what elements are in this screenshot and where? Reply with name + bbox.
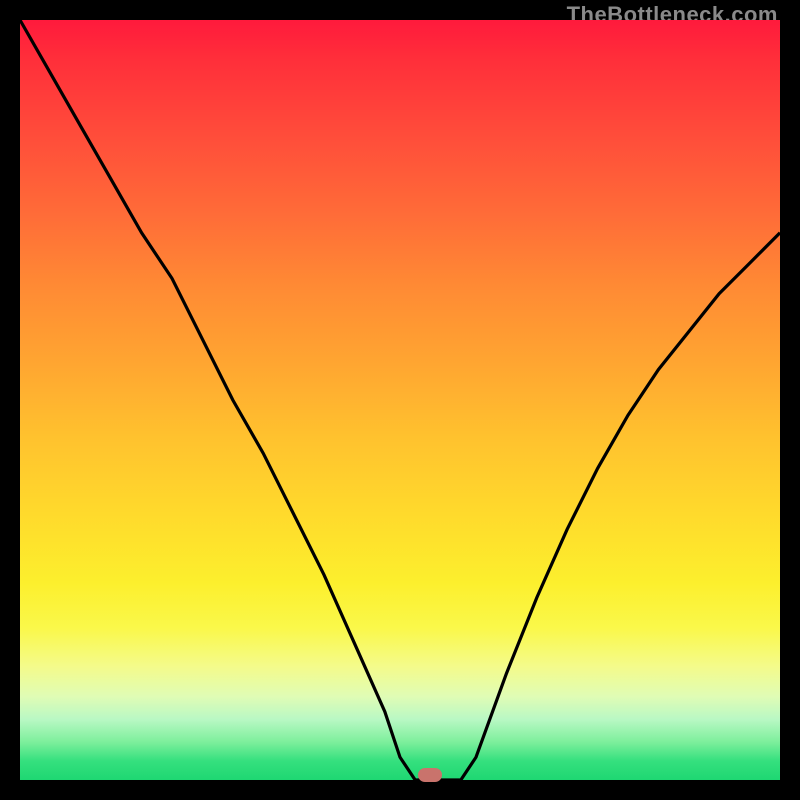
chart-frame: TheBottleneck.com [0, 0, 800, 800]
bottleneck-curve [20, 20, 780, 780]
optimal-marker [418, 768, 442, 782]
plot-area [20, 20, 780, 780]
